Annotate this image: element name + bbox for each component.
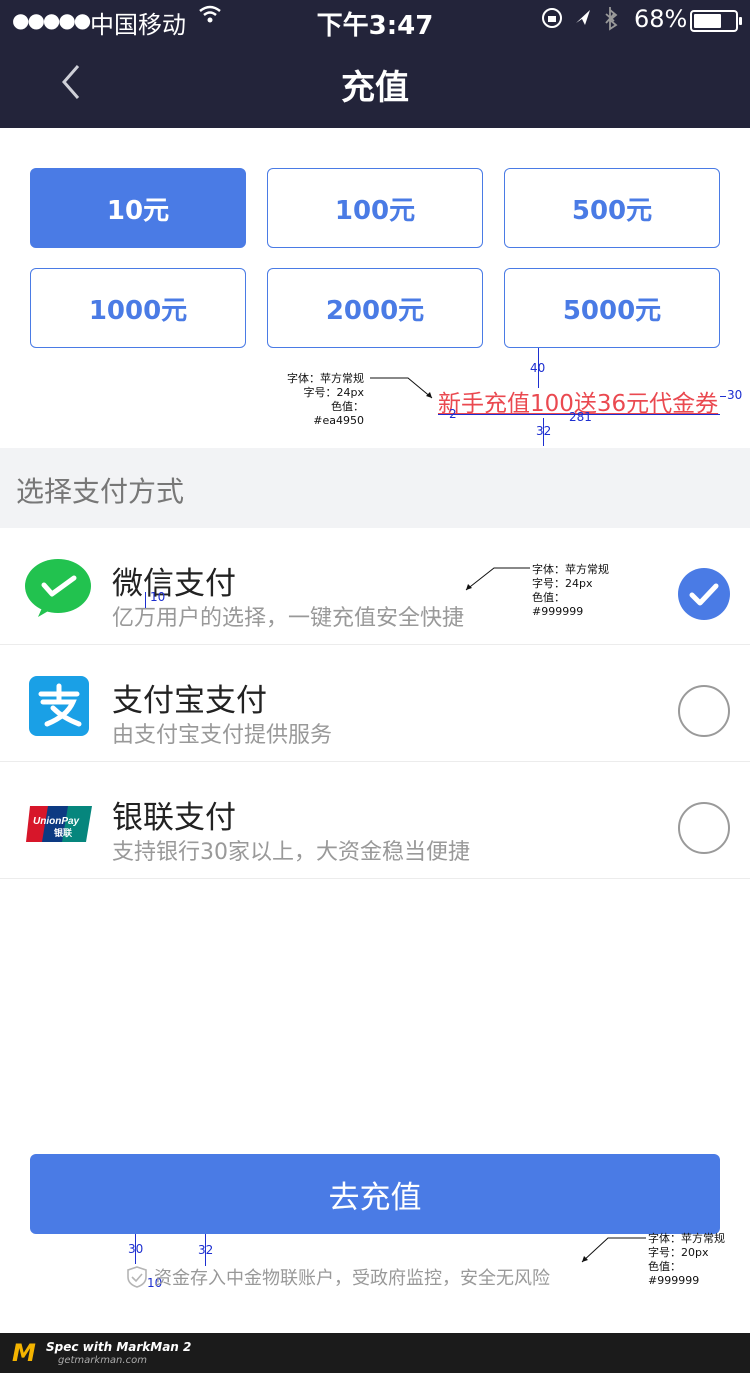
rotation-lock-icon (542, 8, 562, 28)
spec-line: 字号：20px (648, 1246, 709, 1259)
payment-description: 亿万用户的选择，一键充值安全快捷 (112, 606, 465, 631)
payment-name: 支付宝支付 (112, 683, 267, 719)
amount-option[interactable]: 2000元 (267, 268, 483, 348)
spec-pointer-arrow (581, 1237, 646, 1263)
spec-line: #999999 (532, 605, 584, 618)
payment-description: 由支付宝支付提供服务 (112, 723, 333, 748)
amount-option[interactable]: 10元 (30, 168, 246, 248)
svg-text:银联: 银联 (54, 827, 73, 839)
recharge-submit-button[interactable]: 去充值 (30, 1154, 720, 1234)
unionpay-logo: UnionPay 银联 (26, 806, 92, 842)
spec-line: #999999 (648, 1274, 700, 1287)
status-bar: ●●●●● 中国移动 下午3:47 68% (0, 0, 750, 41)
section-title: 选择支付方式 (16, 475, 185, 508)
spec-annotation-promo: 字体：苹方常规 字号：24px 色值： #ea4950 (280, 372, 364, 428)
markman-url: getmarkman.com (58, 1355, 147, 1366)
markman-logo-icon: M (12, 1339, 36, 1367)
dimension-label: 40 (530, 361, 546, 375)
payment-radio[interactable] (678, 685, 730, 737)
dimension-label: 2 (449, 407, 457, 421)
payment-option-unionpay[interactable]: UnionPay 银联 银联支付 支持银行30家以上，大资金稳当便捷 (0, 762, 750, 879)
spec-annotation-desc: 字体：苹方常规 字号：24px 色值： #999999 (532, 563, 609, 619)
section-header: 选择支付方式 (0, 448, 750, 528)
markman-watermark: M Spec with MarkMan 2 getmarkman.com (0, 1333, 750, 1373)
markman-brand: Spec with MarkMan 2 (46, 1340, 192, 1354)
safety-note-text: 资金存入中金物联账户，受政府监控，安全无风险 (154, 1268, 550, 1289)
dimension-label: 32 (198, 1243, 214, 1257)
spec-annotation-footer: 字体：苹方常规 字号：20px 色值： #999999 (648, 1232, 725, 1288)
dimension-label: 10 (150, 590, 166, 604)
dimension-label: 30 (128, 1242, 144, 1256)
spec-pointer-arrow (465, 567, 530, 591)
top-bar: ●●●●● 中国移动 下午3:47 68% 充值 (0, 0, 750, 128)
svg-text:UnionPay: UnionPay (33, 816, 80, 827)
spec-line: 字号：24px (532, 577, 593, 590)
unionpay-icon: UnionPay 银联 (24, 804, 94, 848)
amount-option[interactable]: 100元 (267, 168, 483, 248)
bluetooth-icon (605, 7, 618, 31)
dimension-label: 281 (569, 410, 592, 424)
payment-radio[interactable] (678, 568, 730, 620)
payment-name: 银联支付 (112, 800, 236, 836)
amount-option[interactable]: 5000元 (504, 268, 720, 348)
spec-line: 色值： (648, 1260, 681, 1273)
payment-description: 支持银行30家以上，大资金稳当便捷 (112, 840, 470, 865)
payment-option-alipay[interactable]: 支付宝支付 由支付宝支付提供服务 (0, 645, 750, 762)
spec-line: 字体：苹方常规 (532, 563, 609, 576)
payment-radio[interactable] (678, 802, 730, 854)
spec-line: 色值： (532, 591, 565, 604)
location-arrow-icon (576, 10, 590, 25)
spec-line: 字体：苹方常规 (287, 372, 364, 385)
spec-pointer-arrow (370, 377, 433, 399)
spec-line: 字号：24px (303, 386, 365, 399)
shield-check-icon (126, 1265, 148, 1294)
dimension-line (145, 592, 146, 608)
alipay-icon (29, 676, 89, 740)
spec-line: 字体：苹方常规 (648, 1232, 725, 1245)
page-title: 充值 (341, 68, 409, 108)
battery-percent: 68% (634, 5, 688, 33)
safety-note: 资金存入中金物联账户，受政府监控，安全无风险 (126, 1264, 550, 1294)
payment-option-wechat[interactable]: 微信支付 亿万用户的选择，一键充值安全快捷 (0, 528, 750, 645)
amount-option[interactable]: 1000元 (30, 268, 246, 348)
amount-option[interactable]: 500元 (504, 168, 720, 248)
battery-icon (690, 10, 742, 32)
status-icons (540, 5, 630, 37)
spec-line: #ea4950 (313, 414, 364, 427)
spec-line: 色值： (331, 400, 364, 413)
payment-name: 微信支付 (112, 566, 236, 602)
dimension-label: 30 (727, 388, 743, 402)
dimension-label: 32 (536, 424, 552, 438)
wechat-pay-icon (24, 558, 92, 622)
dimension-line (720, 396, 726, 397)
checkmark-icon (689, 583, 719, 606)
